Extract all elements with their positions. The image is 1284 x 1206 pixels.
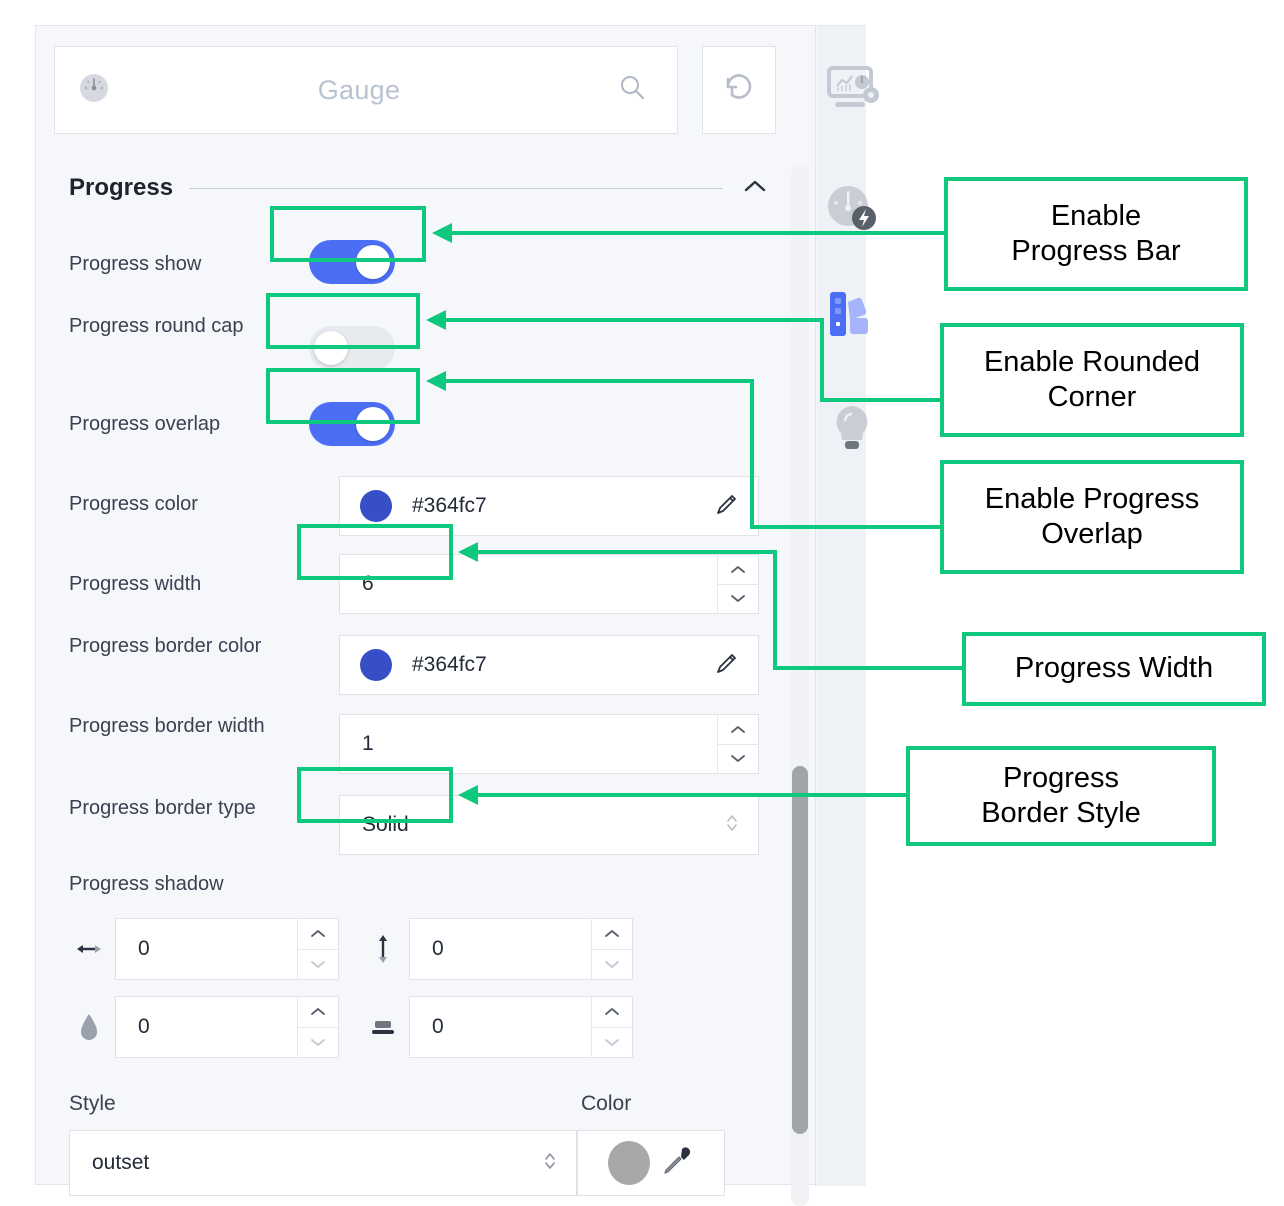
- label-progress-overlap: Progress overlap: [69, 413, 221, 435]
- panel-topbar: Gauge: [54, 46, 849, 134]
- stepper-down-icon[interactable]: [592, 948, 632, 980]
- progress-border-width-field[interactable]: 1: [339, 714, 759, 774]
- stepper-down-icon[interactable]: [298, 948, 338, 980]
- callout-enable-rounded-corner: Enable Rounded Corner: [940, 323, 1244, 437]
- scrollbar-thumb[interactable]: [792, 766, 808, 1134]
- stepper-down-icon[interactable]: [592, 1026, 632, 1058]
- highlight-progress-show: [270, 206, 426, 262]
- stepper-up-icon[interactable]: [298, 919, 338, 949]
- search-value: Gauge: [317, 74, 401, 105]
- horizontal-arrows-icon: [69, 941, 109, 957]
- style-value: outset: [92, 1151, 150, 1174]
- select-arrows-icon: [724, 810, 740, 841]
- lightbulb-icon[interactable]: [821, 396, 883, 463]
- callout-enable-progress-bar: Enable Progress Bar: [944, 177, 1248, 291]
- page-title: Progress: [69, 174, 174, 201]
- label-color: Color: [581, 1092, 632, 1115]
- properties-panel: Gauge Progress Progress show Progress ro…: [35, 25, 879, 1206]
- stepper-up-icon[interactable]: [298, 997, 338, 1027]
- progress-border-color-field[interactable]: #364fc7: [339, 635, 759, 695]
- select-arrows-icon: [542, 1148, 558, 1179]
- pencil-icon[interactable]: [714, 491, 740, 522]
- section-divider: [189, 187, 723, 189]
- stepper-up-icon[interactable]: [592, 997, 632, 1027]
- shadow-offset-y-field[interactable]: 0: [409, 918, 633, 980]
- eyedropper-icon[interactable]: [660, 1144, 694, 1183]
- callout-text: Progress Width: [1014, 652, 1214, 685]
- stepper-down-icon[interactable]: [718, 583, 758, 614]
- label-progress-shadow: Progress shadow: [69, 873, 224, 895]
- shadow-spread-value: 0: [432, 1015, 444, 1038]
- label-progress-border-width: Progress border width: [69, 715, 265, 737]
- shadow-row-offset: 0 0: [69, 918, 633, 980]
- highlight-progress-border-type: [297, 767, 453, 823]
- stepper-up-icon[interactable]: [718, 715, 758, 744]
- shadow-blur-stepper[interactable]: [297, 997, 338, 1057]
- callout-text: Enable Progress Bar: [1011, 199, 1181, 267]
- shadow-offset-y-stepper[interactable]: [591, 919, 632, 979]
- shadow-offset-x-stepper[interactable]: [297, 919, 338, 979]
- shadow-row-blur-spread: 0 0: [69, 996, 633, 1058]
- dashboard-settings-icon[interactable]: [821, 58, 883, 125]
- pencil-icon[interactable]: [714, 650, 740, 681]
- color-swatch: [608, 1141, 650, 1185]
- label-progress-border-type: Progress border type: [69, 797, 256, 819]
- shadow-spread-field[interactable]: 0: [409, 996, 633, 1058]
- highlight-progress-width: [297, 524, 453, 580]
- shadow-spread-stepper[interactable]: [591, 997, 632, 1057]
- stepper-down-icon[interactable]: [718, 743, 758, 774]
- label-progress-width: Progress width: [69, 573, 202, 595]
- progress-width-stepper[interactable]: [717, 555, 758, 613]
- shadow-blur-value: 0: [138, 1015, 150, 1038]
- label-progress-round-cap: Progress round cap: [69, 315, 244, 337]
- vertical-arrows-icon: [363, 933, 403, 965]
- progress-border-color-value: #364fc7: [412, 653, 487, 676]
- label-progress-color: Progress color: [69, 493, 198, 515]
- search-icon[interactable]: [617, 73, 647, 108]
- callout-enable-progress-overlap: Enable Progress Overlap: [940, 460, 1244, 574]
- shadow-blur-field[interactable]: 0: [115, 996, 339, 1058]
- color-swatch: [360, 649, 392, 681]
- gauge-lightning-icon[interactable]: [821, 178, 883, 245]
- callout-progress-width: Progress Width: [962, 632, 1266, 706]
- callout-text: Progress Border Style: [981, 761, 1141, 829]
- callout-text: Enable Rounded Corner: [983, 345, 1201, 413]
- gauge-icon: [77, 71, 111, 110]
- refresh-button[interactable]: [702, 46, 776, 134]
- color-swatch: [360, 490, 392, 522]
- section-header-progress[interactable]: Progress: [69, 166, 769, 210]
- callout-text: Enable Progress Overlap: [984, 482, 1200, 550]
- callout-progress-border-style: Progress Border Style: [906, 746, 1216, 846]
- highlight-progress-round-cap: [266, 293, 420, 349]
- spread-icon: [363, 1016, 403, 1038]
- label-progress-border-color: Progress border color: [69, 635, 262, 657]
- shadow-offset-x-field[interactable]: 0: [115, 918, 339, 980]
- progress-border-width-value: 1: [362, 732, 374, 755]
- label-progress-show: Progress show: [69, 253, 202, 275]
- panel-divider: [815, 26, 816, 1186]
- palette-swatches-icon[interactable]: [821, 284, 883, 351]
- stepper-down-icon[interactable]: [298, 1026, 338, 1058]
- shadow-color-picker[interactable]: [577, 1130, 725, 1196]
- shadow-offset-x-value: 0: [138, 937, 150, 960]
- highlight-progress-overlap: [266, 368, 420, 424]
- blur-drop-icon: [69, 1011, 109, 1043]
- progress-border-width-stepper[interactable]: [717, 715, 758, 773]
- refresh-icon: [721, 70, 757, 111]
- chevron-up-icon[interactable]: [741, 177, 769, 200]
- shadow-offset-y-value: 0: [432, 937, 444, 960]
- icon-rail: [817, 26, 879, 1186]
- stepper-up-icon[interactable]: [592, 919, 632, 949]
- style-select[interactable]: outset: [69, 1130, 577, 1196]
- search-input[interactable]: Gauge: [54, 46, 678, 134]
- label-style: Style: [69, 1092, 116, 1115]
- stepper-up-icon[interactable]: [718, 555, 758, 584]
- progress-color-value: #364fc7: [412, 494, 487, 517]
